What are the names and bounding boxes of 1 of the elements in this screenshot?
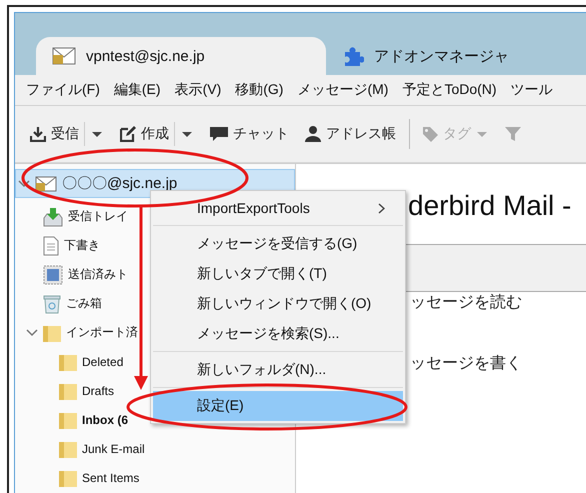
page-heading: derbird Mail - (408, 190, 572, 223)
